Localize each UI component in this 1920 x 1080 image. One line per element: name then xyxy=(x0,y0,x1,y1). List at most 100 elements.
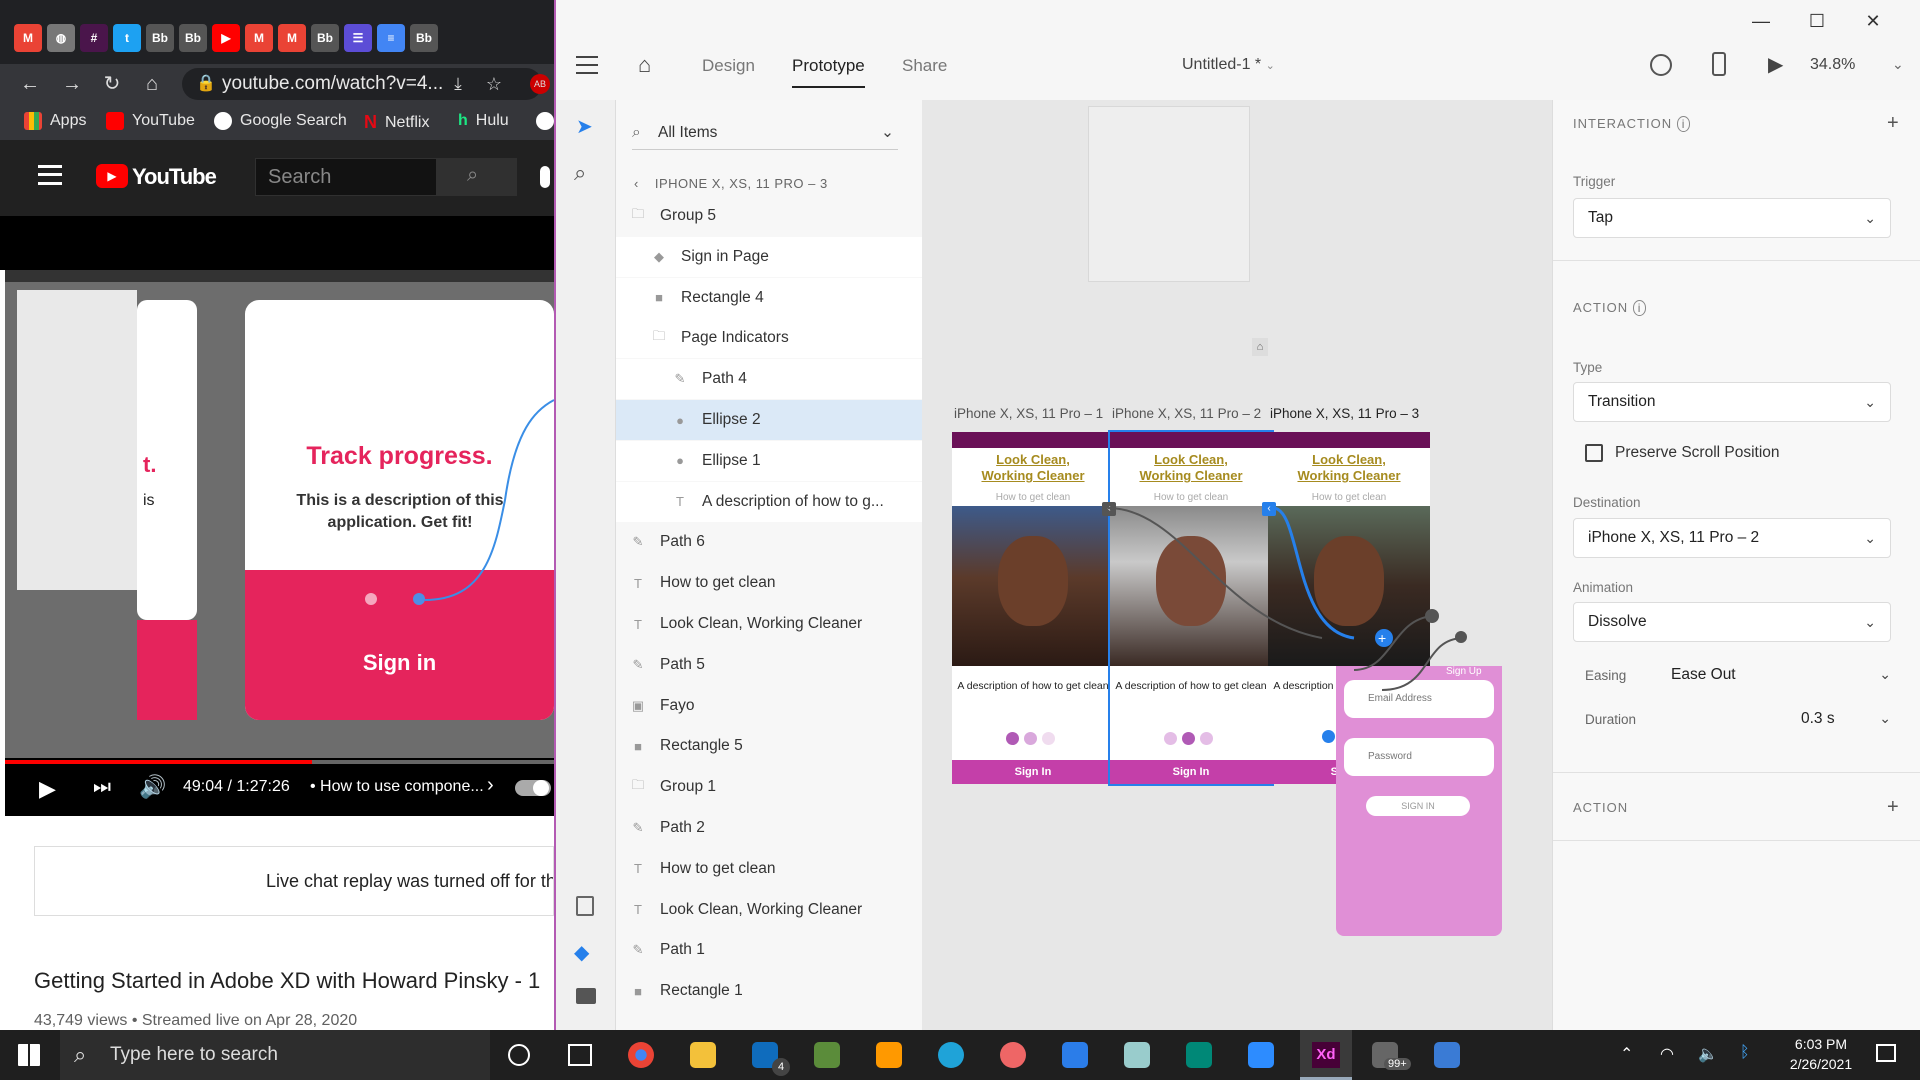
layer-item[interactable]: ● Ellipse 2 xyxy=(616,400,922,440)
maximize-icon[interactable]: ☐ xyxy=(1802,10,1832,32)
next-icon[interactable]: ⏭ xyxy=(93,776,111,799)
animation-select[interactable]: Dissolve ⌄ xyxy=(1573,602,1891,642)
paint-icon[interactable] xyxy=(1000,1042,1026,1068)
tab-blackboard-icon[interactable]: Bb xyxy=(146,24,174,52)
video-chapter[interactable]: • How to use compone... xyxy=(310,778,484,796)
calendar-icon[interactable] xyxy=(1062,1042,1088,1068)
tab-twitter-icon[interactable]: t xyxy=(113,24,141,52)
home-icon[interactable]: ⌂ xyxy=(638,52,651,78)
sway-icon[interactable] xyxy=(1186,1042,1212,1068)
play-preview-icon[interactable]: ▶ xyxy=(1768,52,1783,77)
menu-icon[interactable] xyxy=(38,165,62,185)
layer-item[interactable]: T Look Clean, Working Cleaner xyxy=(616,604,922,644)
photos-icon[interactable] xyxy=(1434,1042,1460,1068)
layer-item[interactable]: ✎ Path 5 xyxy=(616,645,922,685)
layer-item[interactable]: T How to get clean xyxy=(616,849,922,889)
bluetooth-icon[interactable]: ᛒ xyxy=(1740,1044,1750,1062)
volume-icon[interactable]: 🔊 xyxy=(139,774,166,800)
bookmark-youtube[interactable]: YouTube xyxy=(106,112,195,130)
zoom-tool-icon[interactable]: ⌕ xyxy=(574,160,586,186)
tab-list-icon[interactable]: ☰ xyxy=(344,24,372,52)
tab-gmail-icon[interactable]: M xyxy=(245,24,273,52)
layer-item[interactable]: T How to get clean xyxy=(616,563,922,603)
layer-item[interactable]: ✎ Path 6 xyxy=(616,522,922,562)
bookmark-google[interactable]: Google Search xyxy=(214,112,347,130)
info-icon[interactable]: i xyxy=(1632,300,1647,316)
bookmark-apps[interactable]: Apps xyxy=(24,112,86,130)
trigger-select[interactable]: Tap ⌄ xyxy=(1573,198,1891,238)
device-preview-icon[interactable] xyxy=(1712,52,1726,76)
tab-youtube-icon[interactable]: ▶ xyxy=(212,24,240,52)
back-icon[interactable]: ← xyxy=(18,72,42,96)
bookmark-hulu[interactable]: h Hulu xyxy=(458,112,509,130)
xd-taskbar-button[interactable]: Xd xyxy=(1300,1030,1352,1080)
tab-blackboard-icon[interactable]: Bb xyxy=(179,24,207,52)
wifi-icon[interactable]: ◠ xyxy=(1660,1044,1674,1064)
chevron-up-icon[interactable]: ⌃ xyxy=(1620,1044,1633,1064)
windows-start-icon[interactable] xyxy=(18,1044,40,1066)
app-icon[interactable] xyxy=(1124,1042,1150,1068)
chevron-left-icon[interactable]: ‹ xyxy=(634,176,639,191)
layer-item[interactable]: 🗀 Page Indicators xyxy=(616,318,922,359)
microphone-icon[interactable] xyxy=(540,166,550,188)
adblock-icon[interactable]: AB xyxy=(530,74,550,94)
preserve-scroll-checkbox[interactable] xyxy=(1585,444,1603,462)
install-icon[interactable]: ⤓ xyxy=(446,72,470,96)
layer-item[interactable]: ✎ Path 4 xyxy=(616,359,922,400)
video-player[interactable]: t. is Track progress. This is a descript… xyxy=(5,270,554,758)
autoplay-toggle[interactable] xyxy=(515,780,551,796)
select-tool-icon[interactable]: ➤ xyxy=(576,114,593,139)
user-icon[interactable] xyxy=(1650,54,1672,76)
bookmark-netflix[interactable]: N Netflix xyxy=(364,112,429,133)
duration-select[interactable]: 0.3 s ⌄ xyxy=(1801,710,1891,734)
zoom-icon[interactable] xyxy=(1248,1042,1274,1068)
layer-item[interactable]: 🗀 Group 1 xyxy=(616,767,922,807)
tab-slack-icon[interactable]: # xyxy=(80,24,108,52)
design-canvas[interactable]: iPhone X, XS, 11 Pro – 1 Look Clean, Worki… xyxy=(922,100,1552,1030)
zoom-chevron-icon[interactable]: ⌄ xyxy=(1892,56,1904,73)
audible-icon[interactable] xyxy=(876,1042,902,1068)
layers-breadcrumb[interactable]: ‹ IPHONE X, XS, 11 PRO – 3 xyxy=(634,176,828,191)
layers-icon[interactable]: ◆ xyxy=(574,940,589,965)
tab-design[interactable]: Design xyxy=(702,56,755,76)
tab-docs-icon[interactable]: ≡ xyxy=(377,24,405,52)
tab-gmail-icon[interactable]: M xyxy=(278,24,306,52)
zoom-level[interactable]: 34.8% xyxy=(1810,56,1855,74)
type-select[interactable]: Transition ⌄ xyxy=(1573,382,1891,422)
task-view-icon[interactable] xyxy=(568,1044,592,1066)
google-icon[interactable] xyxy=(536,112,554,130)
layer-item[interactable]: ✎ Path 2 xyxy=(616,808,922,848)
hamburger-icon[interactable] xyxy=(576,56,598,74)
action-center-icon[interactable] xyxy=(1876,1044,1896,1062)
chevron-down-icon[interactable]: ⌄ xyxy=(881,118,894,148)
info-icon[interactable]: i xyxy=(1676,116,1691,132)
youtube-logo[interactable]: YouTube xyxy=(132,164,217,190)
reload-icon[interactable]: ↻ xyxy=(100,72,124,96)
play-icon[interactable]: ▶ xyxy=(39,776,56,802)
app-icon[interactable] xyxy=(814,1042,840,1068)
file-explorer-icon[interactable] xyxy=(690,1042,716,1068)
tab-blackboard-icon[interactable]: Bb xyxy=(410,24,438,52)
document-assets-icon[interactable] xyxy=(576,896,594,916)
layer-item[interactable]: ■ Rectangle 5 xyxy=(616,726,922,766)
chevron-right-icon[interactable]: › xyxy=(487,774,494,797)
youtube-search-button[interactable]: ⌕ xyxy=(437,158,517,196)
tab-blackboard-icon[interactable]: Bb xyxy=(311,24,339,52)
cortana-icon[interactable] xyxy=(508,1044,530,1066)
layers-search[interactable]: ⌕ All Items ⌄ xyxy=(632,118,898,150)
edge-icon[interactable] xyxy=(938,1042,964,1068)
home-icon[interactable]: ⌂ xyxy=(140,72,164,96)
close-icon[interactable]: ✕ xyxy=(1858,10,1888,32)
layer-item[interactable]: T A description of how to g... xyxy=(616,481,922,522)
document-title[interactable]: Untitled-1 * ⌄ xyxy=(1182,56,1275,74)
layer-item[interactable]: ● Ellipse 1 xyxy=(616,440,922,481)
layer-item[interactable]: T Look Clean, Working Cleaner xyxy=(616,890,922,930)
taskbar-search[interactable]: ⌕ Type here to search xyxy=(60,1030,490,1080)
add-interaction-icon[interactable]: + xyxy=(1887,112,1899,135)
tab-prototype[interactable]: Prototype xyxy=(792,56,865,88)
layer-item[interactable]: 🗀 Group 5 xyxy=(616,196,922,236)
clock[interactable]: 6:03 PM 2/26/2021 xyxy=(1776,1036,1866,1072)
chrome-icon[interactable] xyxy=(628,1042,654,1068)
tab-globe-icon[interactable]: ◍ xyxy=(47,24,75,52)
easing-select[interactable]: Ease Out ⌄ xyxy=(1671,666,1891,690)
